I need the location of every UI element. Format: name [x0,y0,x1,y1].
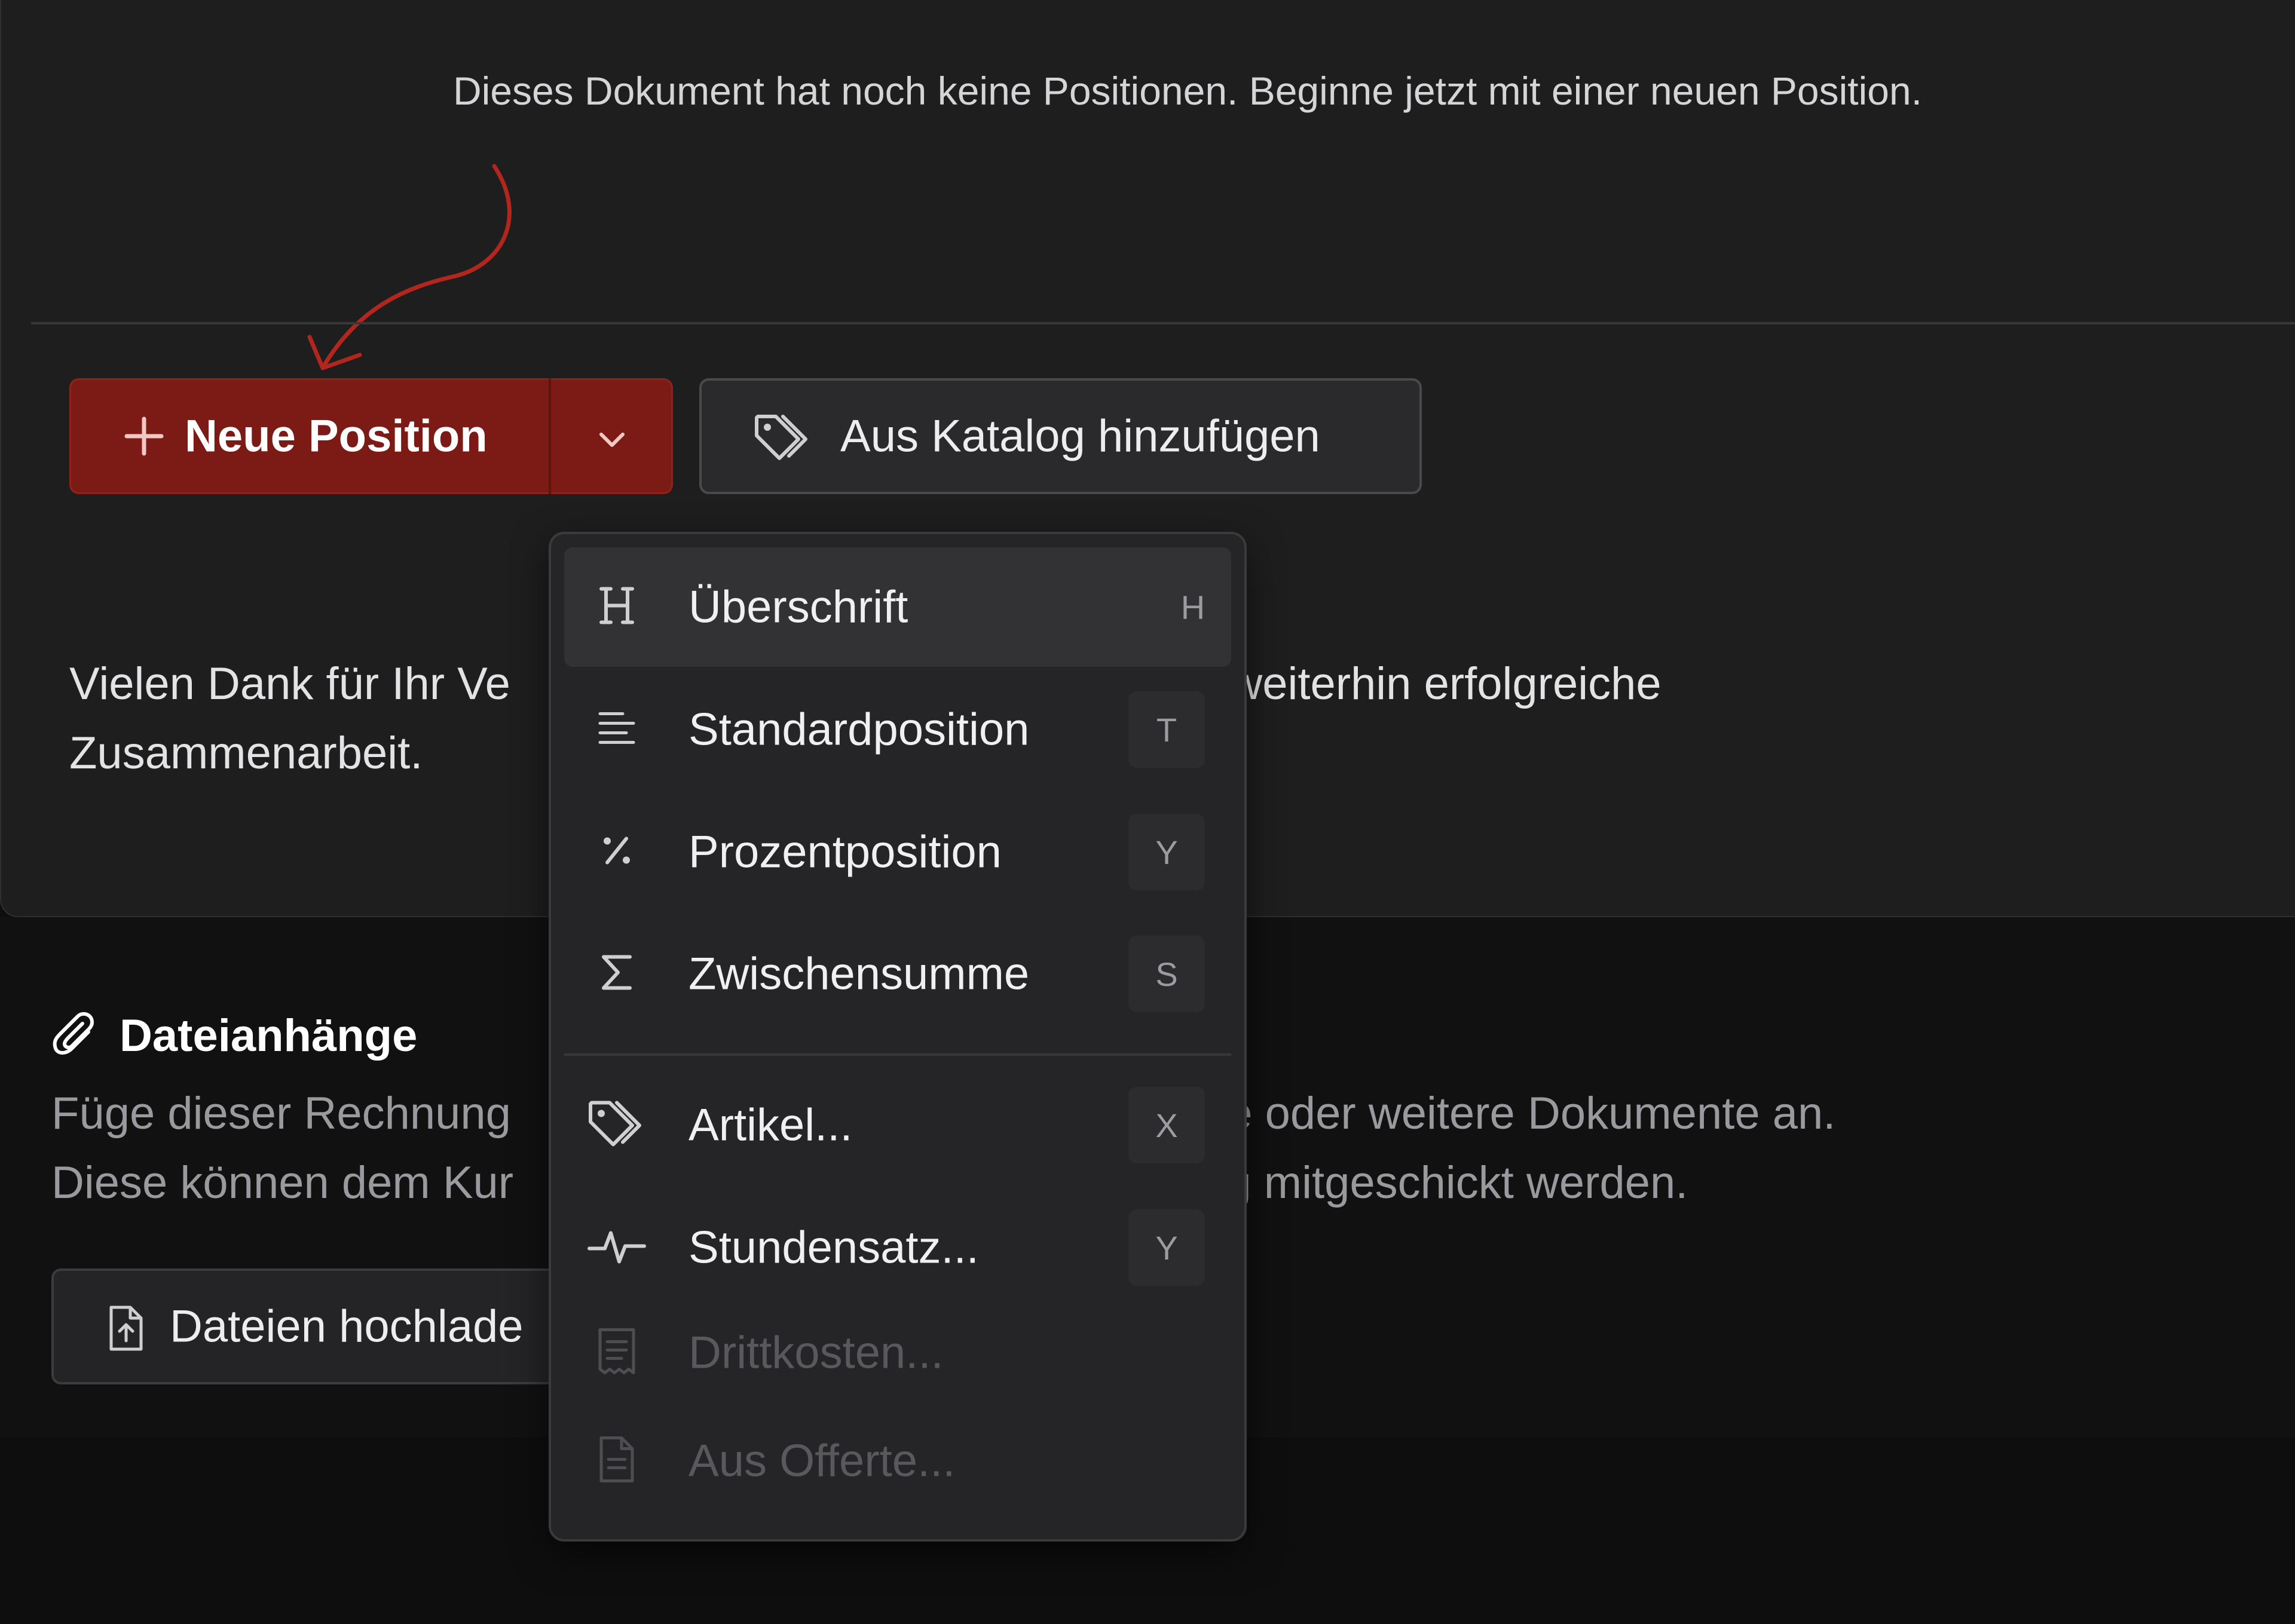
pulse-icon [587,1225,647,1271]
menu-item-label: Stundensatz... [688,1222,979,1273]
new-position-label: Neue Position [185,410,488,462]
menu-item-label: Standardposition [688,704,1030,755]
chevron-down-icon [599,433,625,447]
attachments-heading: Dateianhänge [51,1009,417,1062]
menu-item-label: Prozentposition [688,826,1002,878]
paperclip-icon [53,1012,94,1055]
tag-icon [587,1098,647,1153]
plus-icon [124,416,164,456]
shortcut-badge: X [1128,1087,1205,1163]
menu-item-label: Drittkosten... [688,1327,944,1378]
menu-item-heading[interactable]: Überschrift H [564,547,1231,667]
shortcut-badge: S [1128,936,1205,1012]
menu-item-percent-position[interactable]: Prozentposition Y [564,792,1231,912]
menu-item-label: Aus Offerte... [688,1435,956,1487]
heading-icon [595,584,638,630]
add-from-catalog-label: Aus Katalog hinzufügen [840,410,1320,462]
menu-item-label: Zwischensumme [688,948,1030,1000]
sigma-icon [595,951,638,997]
percent-icon [595,829,638,875]
file-upload-icon [109,1306,143,1351]
attachments-title: Dateianhänge [120,1010,418,1061]
menu-separator [564,1053,1231,1056]
empty-state-message: Dieses Dokument hat noch keine Positione… [452,69,1923,113]
align-left-icon [595,707,638,753]
add-from-catalog-button[interactable]: Aus Katalog hinzufügen [699,378,1422,494]
menu-item-from-offer: Aus Offerte... [564,1410,1231,1512]
menu-item-label: Überschrift [688,581,908,633]
menu-item-standard-position[interactable]: Standardposition T [564,670,1231,789]
menu-item-hourly-rate[interactable]: Stundensatz... Y [564,1188,1231,1307]
menu-item-subtotal[interactable]: Zwischensumme S [564,914,1231,1034]
shortcut-badge: Y [1128,1209,1205,1286]
new-position-dropdown-menu: Überschrift H Standardposition T Prozent… [549,532,1247,1542]
shortcut-badge: H [1180,588,1205,626]
shortcut-badge: T [1128,691,1205,768]
new-position-button[interactable]: Neue Position [69,378,549,494]
section-divider [31,322,2295,324]
document-icon [595,1436,638,1487]
menu-item-article[interactable]: Artikel... X [564,1065,1231,1185]
menu-item-third-party-costs: Drittkosten... [564,1299,1231,1407]
receipt-icon [595,1328,638,1378]
tag-icon [755,415,807,460]
new-position-split-button: Neue Position [69,378,673,494]
shortcut-badge: Y [1128,814,1205,890]
hint-arrow-icon [307,164,512,370]
new-position-dropdown-toggle[interactable] [551,378,673,494]
menu-item-label: Artikel... [688,1099,853,1151]
upload-files-label: Dateien hochlade [170,1301,524,1352]
